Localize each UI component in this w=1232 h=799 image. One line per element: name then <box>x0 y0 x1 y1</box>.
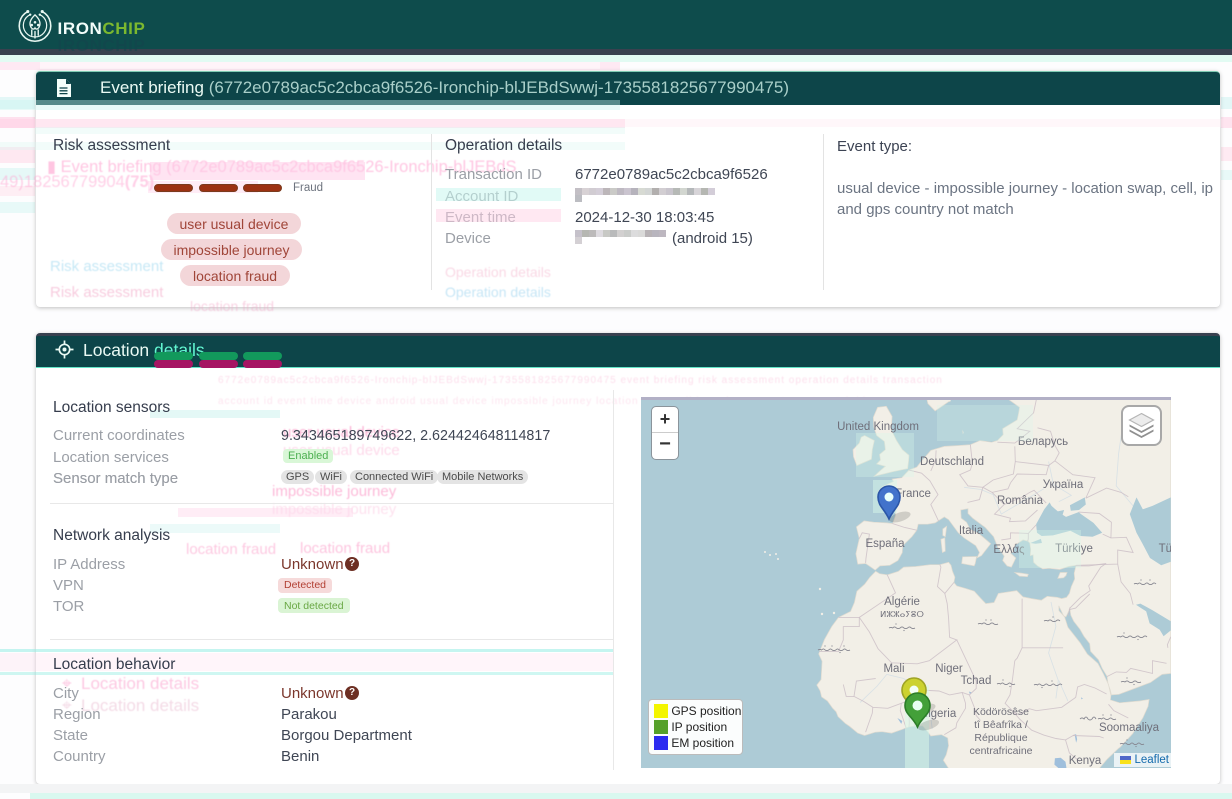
svg-text:España: España <box>865 538 905 550</box>
svg-text:Soomaaliya: Soomaaliya <box>1099 722 1160 734</box>
svg-text:République: République <box>974 732 1027 744</box>
svg-text:Italia: Italia <box>959 525 984 537</box>
svg-text:Tchad: Tchad <box>961 675 992 687</box>
svg-text:tî Bêafrîka /: tî Bêafrîka / <box>974 719 1028 731</box>
svg-text:ⵍⵣⵣⴰⵢⴻⵔ: ⵍⵣⵣⴰⵢⴻⵔ <box>880 609 924 619</box>
svg-text:Niger: Niger <box>935 663 963 675</box>
svg-text:Mali: Mali <box>883 663 904 675</box>
svg-text:Deutschland: Deutschland <box>920 456 984 468</box>
svg-text:Ködörösêse: Ködörösêse <box>973 706 1029 718</box>
svg-text:United Kingdom: United Kingdom <box>837 421 919 433</box>
svg-text:centrafricaine: centrafricaine <box>969 745 1032 757</box>
svg-text:Kenya: Kenya <box>1069 755 1102 767</box>
svg-text:Algérie: Algérie <box>884 596 920 608</box>
svg-text:România: România <box>997 495 1044 507</box>
svg-text:Україна: Україна <box>1043 479 1084 491</box>
svg-text:Tü: Tü <box>1159 543 1171 555</box>
